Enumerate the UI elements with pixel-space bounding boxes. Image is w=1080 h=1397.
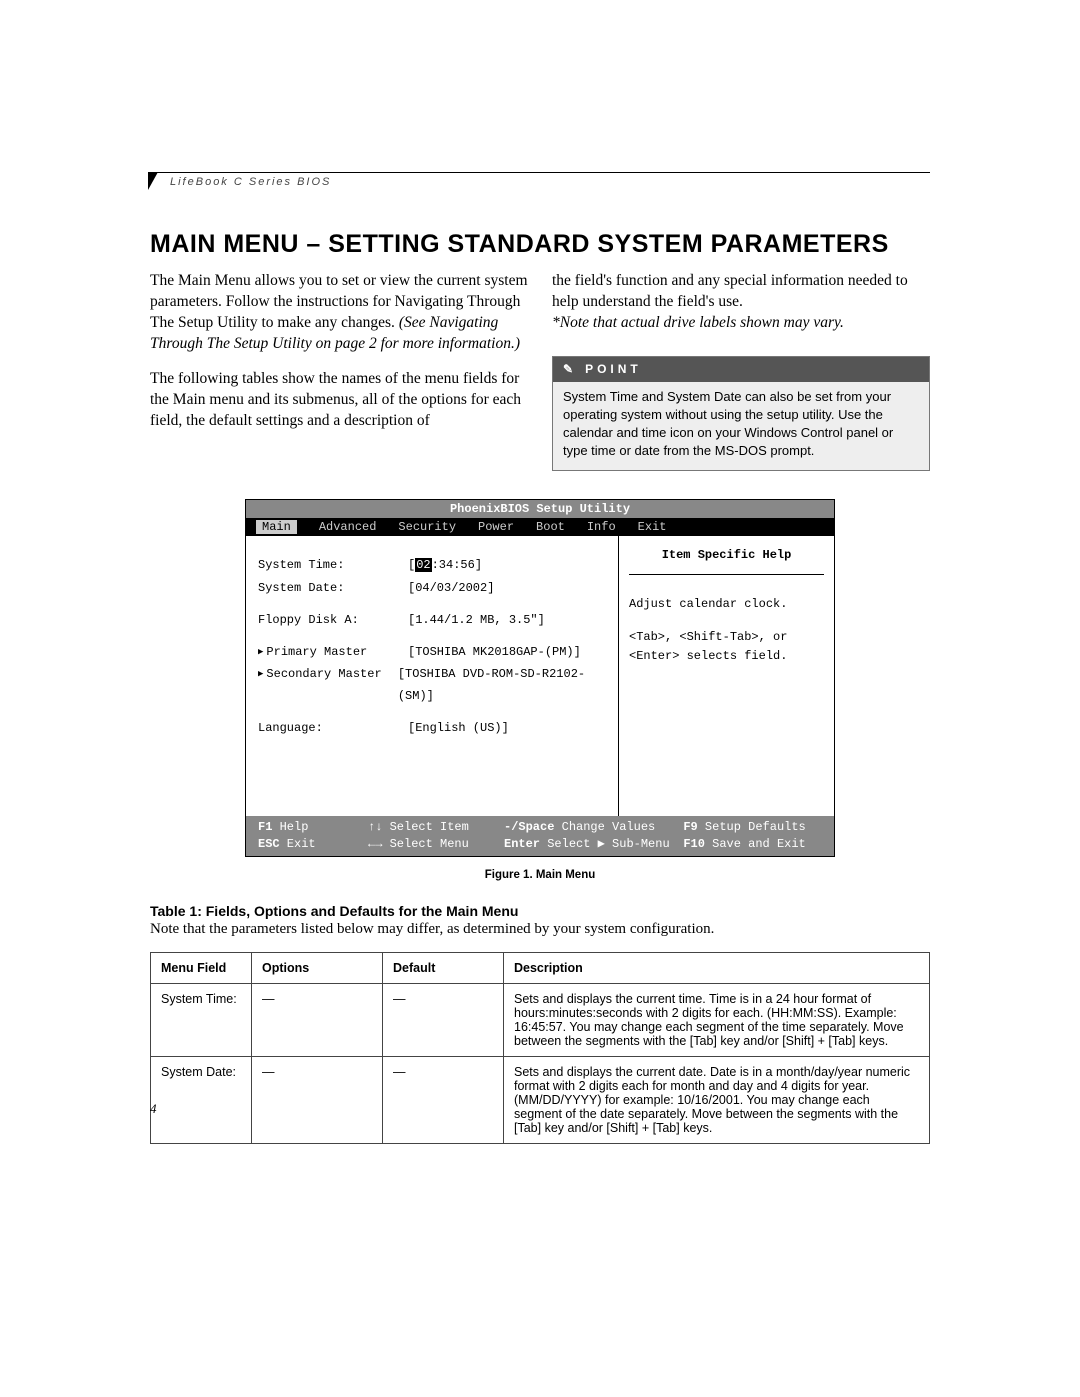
- bios-footer-item: ↑↓ Select Item: [368, 819, 498, 836]
- point-body: System Time and System Date can also be …: [553, 382, 929, 471]
- bios-fields: System Time:[02:34:56]System Date:[04/03…: [246, 536, 619, 816]
- bios-menu-power: Power: [478, 520, 514, 534]
- th-default: Default: [383, 952, 504, 983]
- page-title: MAIN MENU – SETTING STANDARD SYSTEM PARA…: [150, 230, 930, 259]
- fields-table: Menu Field Options Default Description S…: [150, 952, 930, 1144]
- bios-row: System Date:[04/03/2002]: [258, 577, 606, 599]
- bios-footer-item: F1 Help: [258, 819, 362, 836]
- point-icon: ✎: [563, 361, 577, 378]
- bios-help-text2: <Tab>, <Shift-Tab>, or <Enter> selects f…: [629, 628, 824, 666]
- th-options: Options: [252, 952, 383, 983]
- figure-caption: Figure 1. Main Menu: [150, 869, 930, 881]
- bios-footer-item: -/Space Change Values: [504, 819, 677, 836]
- intro-columns: The Main Menu allows you to set or view …: [150, 271, 930, 471]
- bios-row: System Time:[02:34:56]: [258, 554, 606, 576]
- bios-screenshot: PhoenixBIOS Setup Utility Main Advanced …: [245, 499, 835, 857]
- table-body: System Time:——Sets and displays the curr…: [151, 983, 930, 1143]
- bios-menu-security: Security: [398, 520, 456, 534]
- corner-mark-icon: [148, 172, 158, 190]
- bios-row: Floppy Disk A:[1.44/1.2 MB, 3.5"]: [258, 609, 606, 631]
- intro-col1-p2: The following tables show the names of t…: [150, 370, 521, 429]
- th-description: Description: [504, 952, 930, 983]
- bios-footer-item: ESC Exit: [258, 836, 362, 853]
- table-row: System Time:——Sets and displays the curr…: [151, 983, 930, 1056]
- bios-menu: Main Advanced Security Power Boot Info E…: [246, 518, 834, 536]
- intro-col2-note: *Note that actual drive labels shown may…: [552, 314, 844, 331]
- bios-title: PhoenixBIOS Setup Utility: [246, 500, 834, 518]
- bios-row: Language:[English (US)]: [258, 717, 606, 739]
- bios-footer-item: F9 Setup Defaults: [683, 819, 822, 836]
- bios-menu-exit: Exit: [638, 520, 667, 534]
- intro-col2-p1: the field's function and any special inf…: [552, 272, 908, 310]
- table-note: Note that the parameters listed below ma…: [150, 921, 930, 938]
- bios-row: Secondary Master[TOSHIBA DVD-ROM-SD-R210…: [258, 663, 606, 707]
- table-title: Table 1: Fields, Options and Defaults fo…: [150, 903, 930, 919]
- bios-menu-boot: Boot: [536, 520, 565, 534]
- page-number: 4: [150, 1101, 157, 1117]
- bios-menu-advanced: Advanced: [319, 520, 377, 534]
- bios-footer: F1 Help ↑↓ Select Item -/Space Change Valu…: [246, 816, 834, 856]
- point-label: POINT: [585, 361, 642, 378]
- point-box: ✎ POINT System Time and System Date can …: [552, 356, 930, 472]
- bios-help-panel: Item Specific Help Adjust calendar clock…: [619, 536, 834, 816]
- bios-help-text1: Adjust calendar clock.: [629, 595, 824, 614]
- table-row: System Date:——Sets and displays the curr…: [151, 1056, 930, 1143]
- header-rule: [150, 172, 930, 173]
- bios-menu-info: Info: [587, 520, 616, 534]
- bios-footer-item: F10 Save and Exit: [683, 836, 822, 853]
- bios-footer-item: Enter Select ▶ Sub-Menu: [504, 836, 677, 853]
- bios-footer-item: ←→ Select Menu: [368, 836, 498, 853]
- th-menu-field: Menu Field: [151, 952, 252, 983]
- bios-menu-main: Main: [256, 520, 297, 534]
- bios-row: Primary Master[TOSHIBA MK2018GAP-(PM)]: [258, 641, 606, 663]
- bios-help-title: Item Specific Help: [629, 546, 824, 574]
- running-header: LifeBook C Series BIOS: [170, 176, 331, 188]
